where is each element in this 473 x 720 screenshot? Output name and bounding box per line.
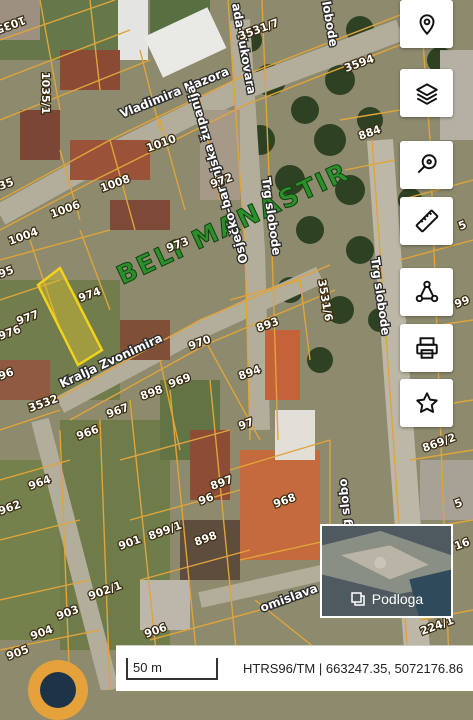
print-icon: [415, 337, 438, 359]
star-icon: [415, 392, 438, 413]
layers-icon: [415, 83, 438, 105]
print-button[interactable]: [400, 324, 453, 372]
basemap-icon: [351, 592, 365, 606]
search-location-button[interactable]: [400, 141, 453, 189]
basemap-switcher[interactable]: Podloga: [320, 524, 453, 618]
scale-label: 50 m: [133, 659, 162, 675]
ruler-icon: [415, 209, 438, 233]
crs-label: HTRS96/TM: [243, 661, 316, 676]
coordinate-readout: HTRS96/TM | 663247.35, 5072176.86: [243, 661, 463, 676]
layers-button[interactable]: [400, 69, 453, 117]
coordinates: 663247.35, 5072176.86: [325, 661, 464, 676]
share-icon: [415, 280, 438, 303]
measure-button[interactable]: [400, 197, 453, 245]
parcel-label: 1035/1: [39, 72, 52, 114]
scale-bar: 50 m: [126, 657, 218, 680]
status-bar: 50 m HTRS96/TM | 663247.35, 5072176.86: [116, 645, 473, 691]
location-pin-icon: [419, 14, 434, 36]
basemap-label: Podloga: [371, 591, 424, 607]
favorite-button[interactable]: [400, 379, 453, 427]
share-button[interactable]: [400, 268, 453, 316]
basemap-label-row: Podloga: [322, 582, 451, 616]
app-logo-inner: [40, 672, 76, 708]
locate-button[interactable]: [400, 0, 453, 48]
separator: |: [318, 661, 323, 676]
search-location-icon: [417, 154, 437, 174]
